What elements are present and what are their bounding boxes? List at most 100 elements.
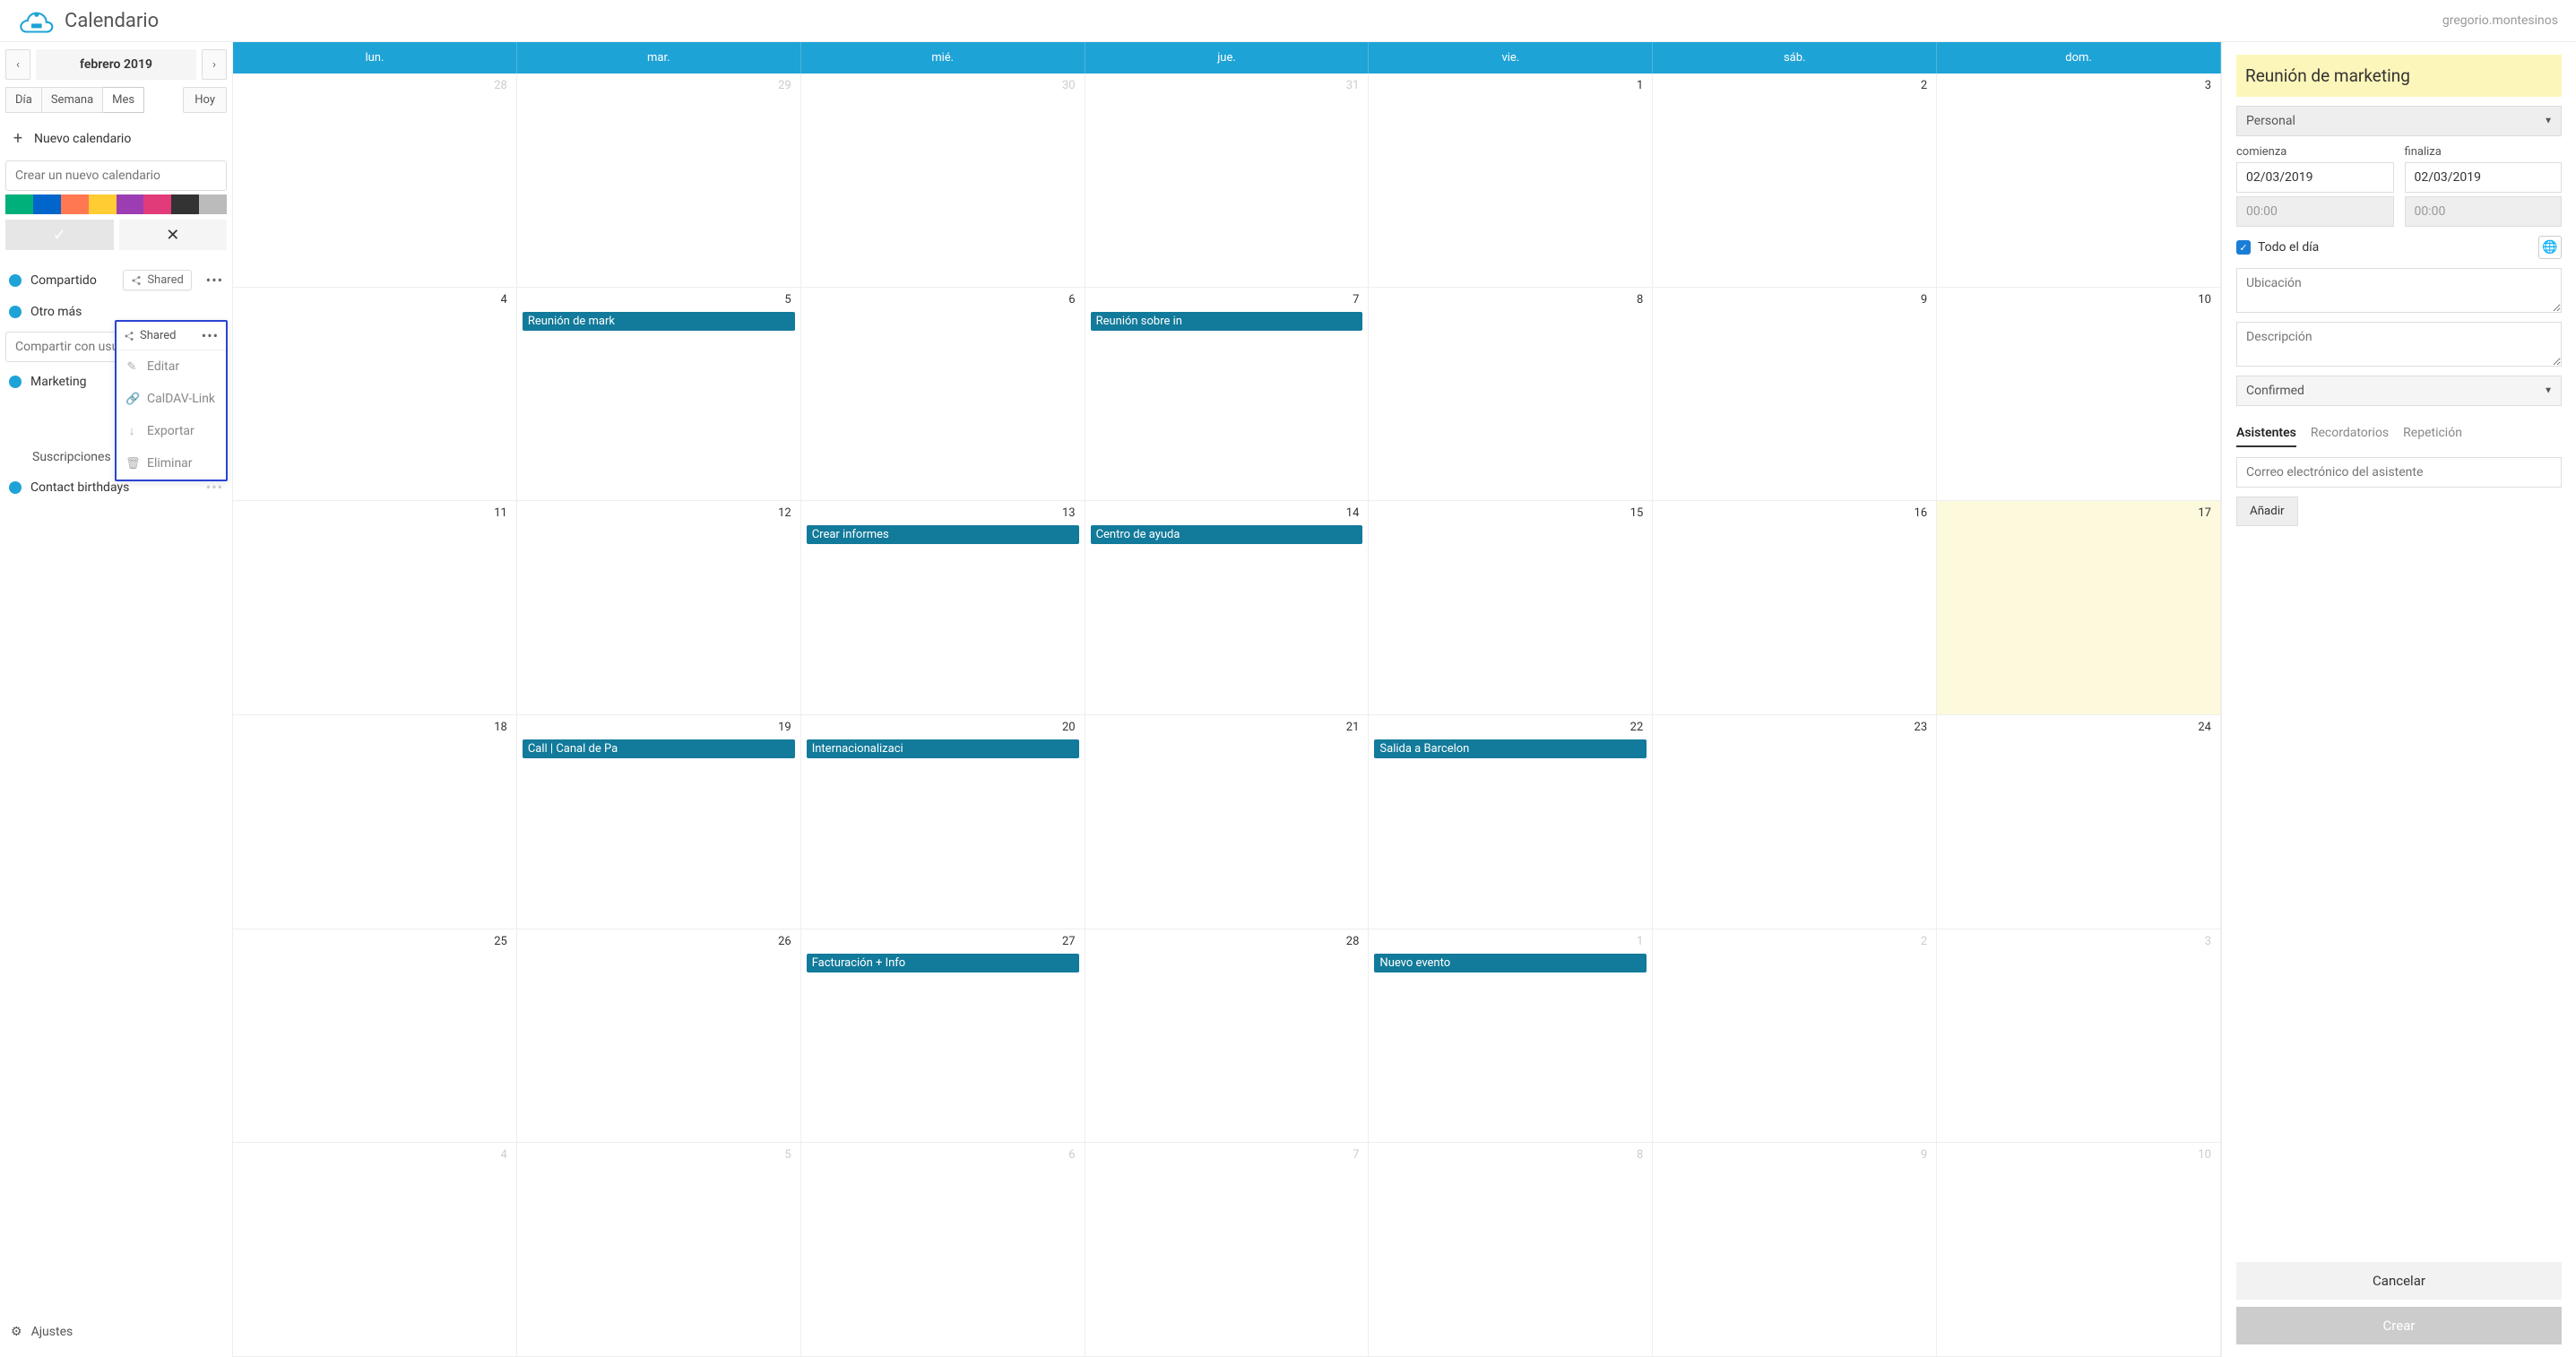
calendar-cell[interactable]: 6 xyxy=(801,288,1085,502)
calendar-cell[interactable]: 1 xyxy=(1369,73,1653,288)
calendar-event[interactable]: Internacionalizaci xyxy=(807,739,1079,758)
calendar-label: Marketing xyxy=(30,375,87,389)
calendar-cell[interactable]: 13Crear informes xyxy=(801,501,1085,715)
calendar-cell[interactable]: 8 xyxy=(1369,1143,1653,1357)
tab-repeat[interactable]: Repetición xyxy=(2403,420,2462,447)
calendar-cell[interactable]: 3 xyxy=(1937,929,2221,1144)
calendar-cell[interactable]: 30 xyxy=(801,73,1085,288)
calendar-event[interactable]: Crear informes xyxy=(807,525,1079,544)
calendar-cell[interactable]: 18 xyxy=(233,715,517,929)
cancel-calendar-button[interactable]: ✕ xyxy=(119,220,228,250)
calendar-event[interactable]: Reunión de mark xyxy=(523,312,795,331)
allday-checkbox[interactable]: ✓ xyxy=(2236,240,2251,255)
calendar-cell[interactable]: 21 xyxy=(1085,715,1370,929)
calendar-cell[interactable]: 4 xyxy=(233,1143,517,1357)
calendar-cell[interactable]: 3 xyxy=(1937,73,2221,288)
next-month-button[interactable]: › xyxy=(202,49,227,80)
calendar-cell[interactable]: 27Facturación + Info xyxy=(801,929,1085,1144)
start-time-input[interactable] xyxy=(2236,196,2394,227)
calendar-cell[interactable]: 29 xyxy=(517,73,801,288)
dropdown-export[interactable]: ↓Exportar xyxy=(117,415,226,447)
location-input[interactable] xyxy=(2236,268,2562,313)
calendar-cell[interactable]: 17 xyxy=(1937,501,2221,715)
color-swatch[interactable] xyxy=(89,194,117,214)
calendar-event[interactable]: Reunión sobre in xyxy=(1091,312,1363,331)
calendar-event[interactable]: Call | Canal de Pa xyxy=(523,739,795,758)
calendar-cell[interactable]: 28 xyxy=(1085,929,1370,1144)
sidebar: ‹ febrero 2019 › Día Semana Mes Hoy + Nu… xyxy=(0,42,233,1357)
calendar-cell[interactable]: 16 xyxy=(1653,501,1937,715)
new-calendar-button[interactable]: + Nuevo calendario xyxy=(5,120,227,157)
calendar-item-compartido[interactable]: Compartido Shared ••• xyxy=(5,263,227,298)
view-month-button[interactable]: Mes xyxy=(103,87,144,113)
calendar-cell[interactable]: 5 xyxy=(517,1143,801,1357)
color-swatch[interactable] xyxy=(5,194,33,214)
create-button[interactable]: Crear xyxy=(2236,1307,2562,1344)
tab-reminders[interactable]: Recordatorios xyxy=(2311,420,2389,447)
calendar-cell[interactable]: 8 xyxy=(1369,288,1653,502)
end-time-input[interactable] xyxy=(2405,196,2563,227)
calendar-cell[interactable]: 9 xyxy=(1653,1143,1937,1357)
shared-tag[interactable]: Shared xyxy=(123,270,191,290)
calendar-cell[interactable]: 2 xyxy=(1653,929,1937,1144)
calendar-cell[interactable]: 19Call | Canal de Pa xyxy=(517,715,801,929)
settings-button[interactable]: ⚙ Ajustes xyxy=(5,1314,227,1350)
month-label[interactable]: febrero 2019 xyxy=(36,49,196,80)
calendar-cell[interactable]: 14Centro de ayuda xyxy=(1085,501,1370,715)
calendar-event[interactable]: Centro de ayuda xyxy=(1091,525,1363,544)
add-attendee-button[interactable]: Añadir xyxy=(2236,497,2298,526)
description-input[interactable] xyxy=(2236,322,2562,367)
color-swatch[interactable] xyxy=(117,194,144,214)
calendar-cell[interactable]: 2 xyxy=(1653,73,1937,288)
more-icon[interactable]: ••• xyxy=(206,272,223,289)
color-swatch[interactable] xyxy=(199,194,227,214)
calendar-cell[interactable]: 1Nuevo evento xyxy=(1369,929,1653,1144)
today-button[interactable]: Hoy xyxy=(183,87,227,113)
calendar-cell[interactable]: 7Reunión sobre in xyxy=(1085,288,1370,502)
calendar-cell[interactable]: 10 xyxy=(1937,1143,2221,1357)
calendar-cell[interactable]: 28 xyxy=(233,73,517,288)
calendar-event[interactable]: Nuevo evento xyxy=(1374,954,1647,972)
dropdown-caldav[interactable]: 🔗CalDAV-Link xyxy=(117,383,226,415)
calendar-cell[interactable]: 22Salida a Barcelon xyxy=(1369,715,1653,929)
color-swatch[interactable] xyxy=(61,194,89,214)
calendar-cell[interactable]: 15 xyxy=(1369,501,1653,715)
calendar-cell[interactable]: 7 xyxy=(1085,1143,1370,1357)
color-swatch[interactable] xyxy=(33,194,61,214)
calendar-cell[interactable]: 31 xyxy=(1085,73,1370,288)
view-day-button[interactable]: Día xyxy=(5,87,42,113)
calendar-cell[interactable]: 11 xyxy=(233,501,517,715)
calendar-cell[interactable]: 23 xyxy=(1653,715,1937,929)
attendee-email-input[interactable] xyxy=(2236,457,2562,488)
cancel-button[interactable]: Cancelar xyxy=(2236,1262,2562,1300)
more-icon[interactable]: ••• xyxy=(202,327,219,344)
calendar-cell[interactable]: 24 xyxy=(1937,715,2221,929)
event-title-input[interactable] xyxy=(2236,55,2562,97)
tab-attendees[interactable]: Asistentes xyxy=(2236,420,2296,447)
calendar-cell[interactable]: 20Internacionalizaci xyxy=(801,715,1085,929)
end-date-input[interactable] xyxy=(2405,162,2563,193)
globe-icon[interactable]: 🌐 xyxy=(2538,236,2562,259)
calendar-cell[interactable]: 10 xyxy=(1937,288,2221,502)
view-week-button[interactable]: Semana xyxy=(42,87,103,113)
color-swatch[interactable] xyxy=(143,194,171,214)
calendar-cell[interactable]: 5Reunión de mark xyxy=(517,288,801,502)
calendar-cell[interactable]: 6 xyxy=(801,1143,1085,1357)
calendar-event[interactable]: Salida a Barcelon xyxy=(1374,739,1647,758)
calendar-cell[interactable]: 25 xyxy=(233,929,517,1144)
calendar-event[interactable]: Facturación + Info xyxy=(807,954,1079,972)
dropdown-edit[interactable]: ✎Editar xyxy=(117,350,226,383)
user-label[interactable]: gregorio.montesinos xyxy=(2442,13,2558,28)
status-select[interactable]: Confirmed xyxy=(2236,376,2562,406)
dropdown-delete[interactable]: 🗑Eliminar xyxy=(117,447,226,480)
prev-month-button[interactable]: ‹ xyxy=(5,49,30,80)
calendar-cell[interactable]: 12 xyxy=(517,501,801,715)
calendar-cell[interactable]: 26 xyxy=(517,929,801,1144)
calendar-cell[interactable]: 4 xyxy=(233,288,517,502)
start-date-input[interactable] xyxy=(2236,162,2394,193)
calendar-cell[interactable]: 9 xyxy=(1653,288,1937,502)
color-swatch[interactable] xyxy=(171,194,199,214)
confirm-calendar-button[interactable]: ✓ xyxy=(5,220,114,250)
event-calendar-select[interactable]: Personal xyxy=(2236,106,2562,136)
new-calendar-input[interactable] xyxy=(6,161,226,190)
